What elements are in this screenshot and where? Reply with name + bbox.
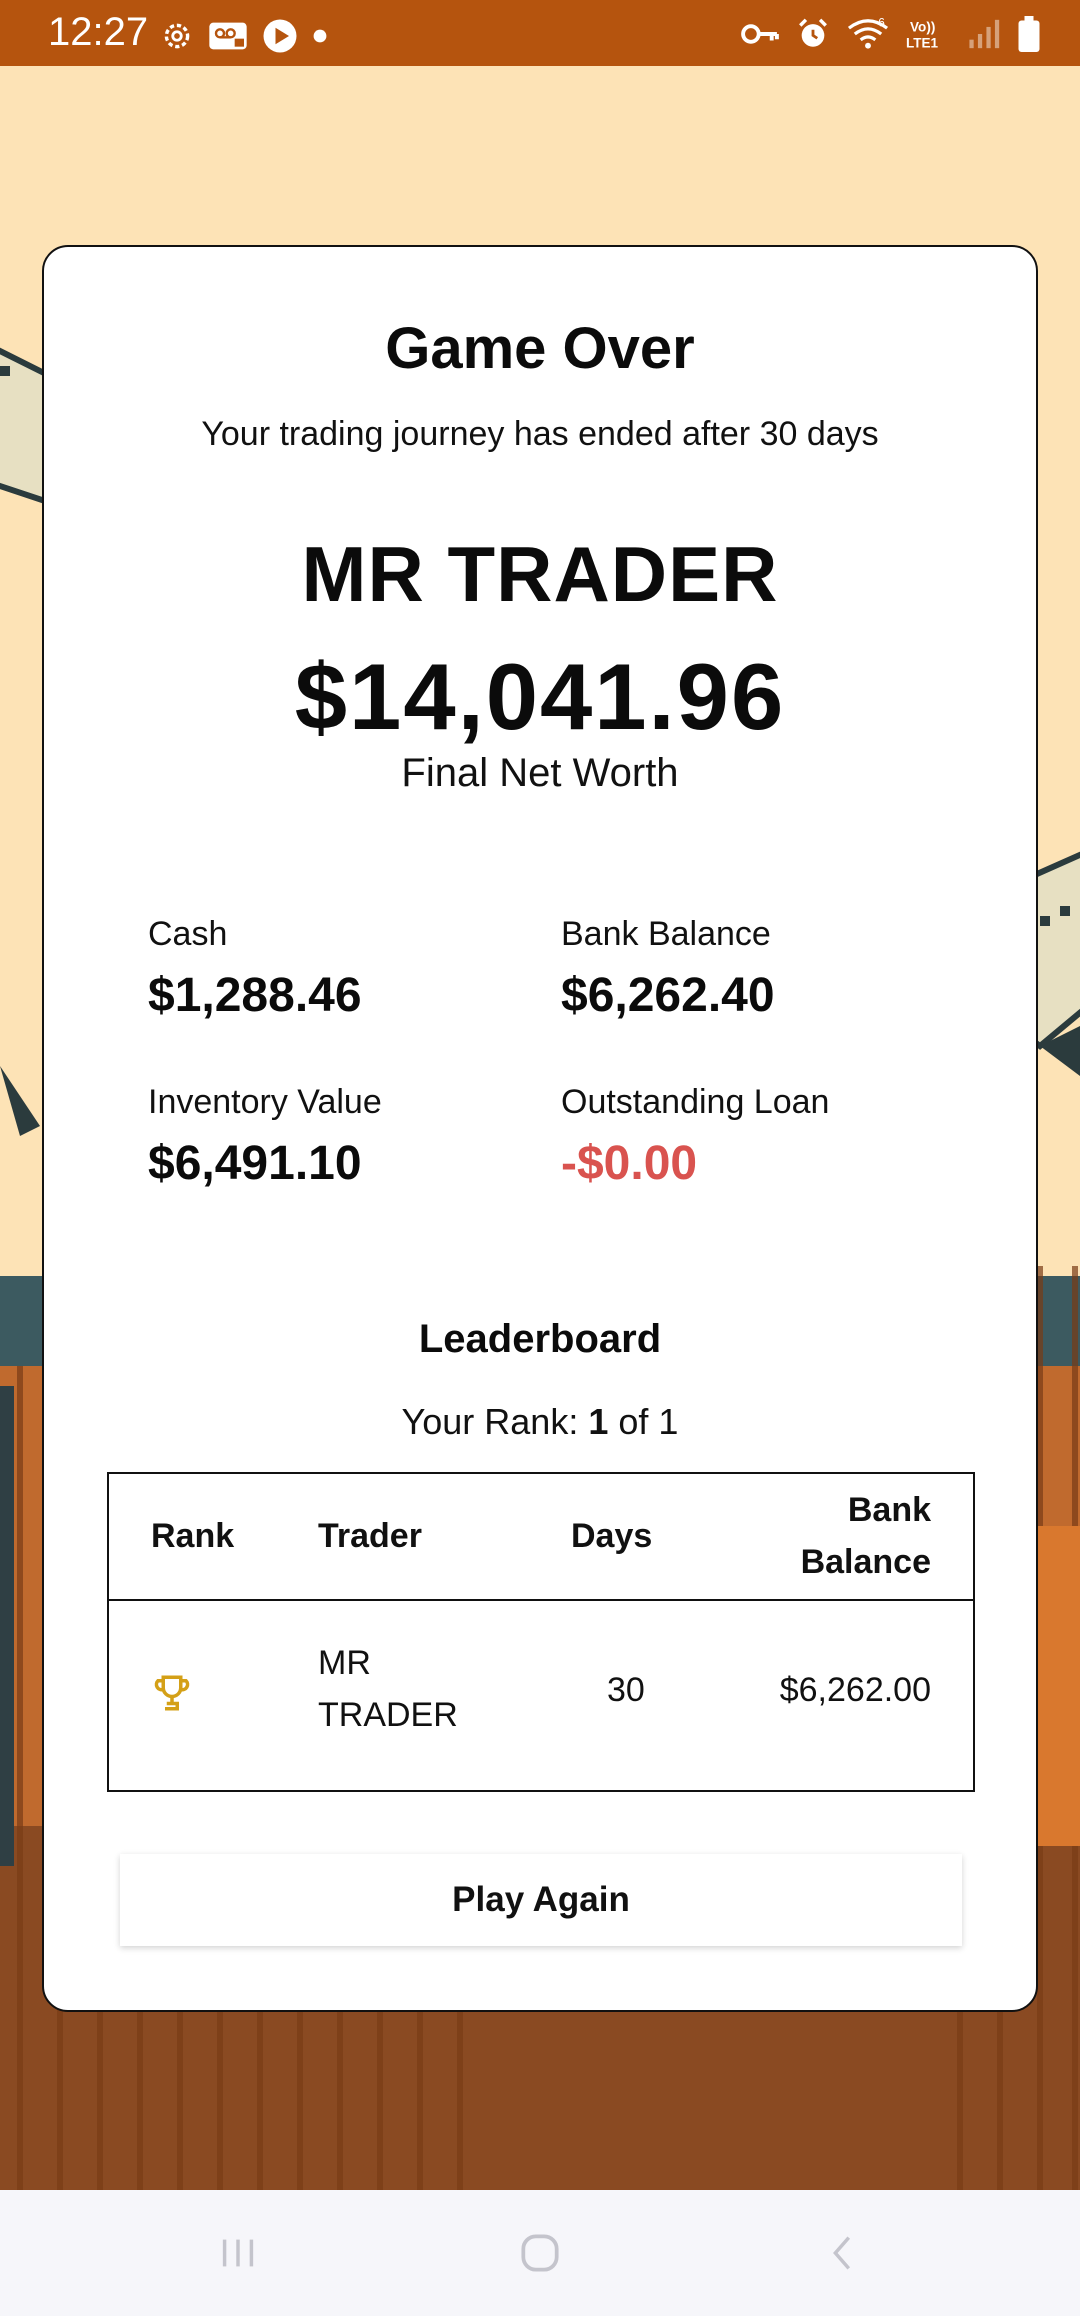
row-days: 30 — [607, 1671, 645, 1709]
stat-inventory-value: $6,491.10 — [148, 1137, 362, 1190]
alarm-icon — [799, 18, 827, 47]
stat-bank-balance: Bank Balance $6,262.40 — [561, 915, 941, 1023]
row-bank-balance: $6,262.00 — [779, 1671, 931, 1709]
stat-cash: Cash $1,288.46 — [148, 915, 528, 1023]
dot-icon — [313, 29, 327, 43]
signal-icon — [969, 19, 1000, 49]
status-left-icons — [160, 18, 328, 54]
stat-bank-balance-value: $6,262.40 — [561, 969, 775, 1022]
page-title: Game Over — [385, 316, 695, 381]
your-rank: Your Rank: 1 of 1 — [44, 1401, 1036, 1443]
home-icon — [521, 2234, 559, 2272]
leaderboard-title: Leaderboard — [418, 1317, 662, 1361]
battery-icon — [1018, 16, 1040, 52]
recents-button[interactable] — [203, 2220, 273, 2286]
stat-bank-balance-label: Bank Balance — [561, 915, 771, 953]
stat-inventory: Inventory Value $6,491.10 — [148, 1083, 528, 1191]
game-over-card: Game Over Your trading journey has ended… — [42, 245, 1038, 2012]
wifi-icon: 6 — [847, 17, 889, 49]
header-bank-balance: Bank Balance — [801, 1484, 931, 1588]
net-worth-value: $14,041.96 — [294, 644, 786, 749]
home-button[interactable] — [505, 2220, 575, 2286]
leaderboard-table: Rank Trader Days Bank Balance MR TRADER … — [107, 1472, 975, 1792]
status-right-icons: 6 Vo)) LTE1 — [740, 16, 1040, 52]
header-rank: Rank — [151, 1517, 235, 1555]
settings-icon — [164, 23, 190, 49]
stat-loan-value: -$0.00 — [561, 1137, 698, 1190]
header-trader: Trader — [318, 1517, 422, 1555]
stat-cash-value: $1,288.46 — [148, 969, 362, 1022]
svg-text:LTE1: LTE1 — [906, 36, 939, 51]
trophy-icon — [154, 1675, 190, 1711]
your-rank-suffix: of 1 — [608, 1401, 679, 1442]
svg-text:6: 6 — [878, 17, 885, 30]
stat-cash-label: Cash — [148, 915, 228, 953]
back-button[interactable] — [808, 2220, 878, 2286]
svg-text:Vo)): Vo)) — [910, 19, 935, 34]
play-again-button[interactable]: Play Again — [120, 1854, 962, 1946]
your-rank-value: 1 — [588, 1401, 609, 1442]
voicemail-icon — [209, 22, 247, 50]
row-trader: MR TRADER — [318, 1637, 458, 1741]
game-over-subtitle: Your trading journey has ended after 30 … — [201, 415, 879, 453]
header-bank-line2: Balance — [800, 1543, 931, 1581]
your-rank-prefix: Your Rank: — [401, 1401, 589, 1442]
header-days: Days — [571, 1517, 653, 1555]
row-trader-line1: MR — [318, 1644, 371, 1682]
stat-loan: Outstanding Loan -$0.00 — [561, 1083, 941, 1191]
stat-loan-label: Outstanding Loan — [561, 1083, 830, 1121]
player-name: MR TRADER — [301, 530, 779, 618]
recents-icon — [222, 2239, 254, 2267]
header-bank-line1: Bank — [847, 1491, 931, 1529]
stat-inventory-label: Inventory Value — [148, 1083, 382, 1121]
back-icon — [833, 2236, 851, 2270]
row-trader-line2: TRADER — [318, 1696, 458, 1734]
play-icon — [263, 19, 297, 53]
table-header: Rank Trader Days Bank Balance — [109, 1474, 973, 1601]
status-bar: 12:27 6 Vo)) LTE1 — [0, 0, 1080, 66]
status-time: 12:27 — [48, 10, 149, 54]
navigation-bar — [0, 2190, 1080, 2316]
net-worth-label: Final Net Worth — [401, 751, 679, 795]
vpn-key-icon — [741, 24, 779, 44]
volte-icon: Vo)) LTE1 — [906, 19, 939, 51]
